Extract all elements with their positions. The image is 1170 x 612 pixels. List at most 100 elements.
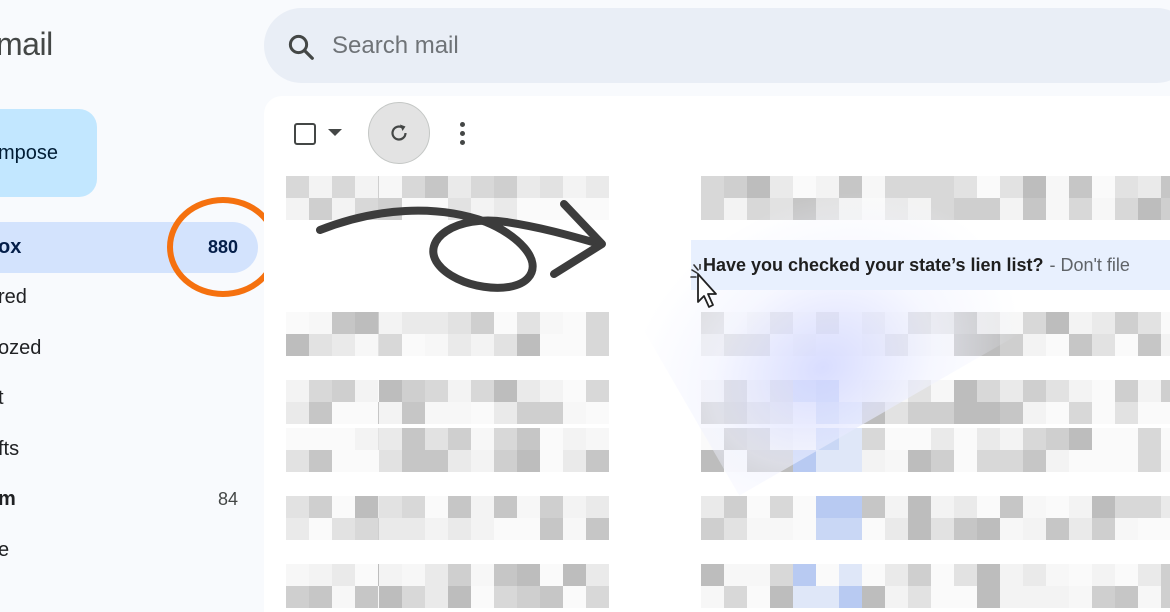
blurred-pixel	[309, 428, 332, 450]
blurred-pixel	[954, 450, 977, 472]
caret-down-icon[interactable]	[328, 129, 342, 136]
blurred-pixel	[1138, 564, 1161, 586]
blurred-pixel	[517, 428, 540, 450]
blurred-pixel	[1046, 564, 1069, 586]
blurred-pixel	[517, 402, 540, 424]
blurred-pixel	[885, 564, 908, 586]
blurred-pixel	[563, 334, 586, 356]
blurred-pixel	[540, 380, 563, 402]
blurred-pixel	[885, 518, 908, 540]
blurred-pixel	[1092, 428, 1115, 450]
blurred-pixel	[954, 428, 977, 450]
blurred-pixel	[494, 428, 517, 450]
blurred-pixel	[954, 564, 977, 586]
blurred-pixel	[1046, 518, 1069, 540]
blurred-pixel	[1161, 518, 1170, 540]
blurred-pixel	[747, 496, 770, 518]
blurred-pixel	[1023, 380, 1046, 402]
blurred-pixel	[701, 198, 724, 220]
blurred-pixel	[1115, 312, 1138, 334]
app-logo[interactable]: mail	[0, 26, 53, 63]
blurred-pixel	[1069, 428, 1092, 450]
message-list-panel: Have you checked your state’s lien list?…	[264, 96, 1170, 612]
blurred-pixel	[448, 176, 471, 198]
blurred-pixel	[1092, 402, 1115, 424]
blurred-pixel	[1138, 586, 1161, 608]
blurred-pixel	[793, 518, 816, 540]
sidebar-item-sent[interactable]: t	[0, 374, 258, 425]
blurred-pixel	[1000, 496, 1023, 518]
blurred-pixel	[977, 428, 1000, 450]
blurred-pixel	[1023, 450, 1046, 472]
email-row-blurred[interactable]	[264, 496, 1170, 540]
search-input[interactable]	[332, 30, 1132, 62]
blurred-pixel	[1161, 380, 1170, 402]
refresh-icon	[391, 124, 407, 141]
blurred-pixel	[1115, 428, 1138, 450]
checkbox-icon[interactable]	[294, 123, 316, 145]
compose-button[interactable]: mpose	[0, 109, 97, 197]
blurred-pixel	[402, 428, 425, 450]
more-options-button[interactable]	[450, 116, 474, 150]
blurred-pixel	[793, 586, 816, 608]
blurred-pixel	[1023, 402, 1046, 424]
blurred-pixel	[1115, 586, 1138, 608]
blurred-pixel	[724, 496, 747, 518]
blurred-pixel	[1115, 198, 1138, 220]
blurred-pixel	[286, 176, 309, 198]
blurred-pixel	[332, 450, 355, 472]
blurred-pixel	[1000, 198, 1023, 220]
blurred-pixel	[931, 564, 954, 586]
blurred-pixel	[286, 380, 309, 402]
email-row-blurred[interactable]	[264, 564, 1170, 608]
blurred-pixel	[379, 428, 402, 450]
blurred-pixel	[1138, 380, 1161, 402]
blurred-pixel	[954, 586, 977, 608]
blurred-pixel	[1115, 518, 1138, 540]
sidebar-item-snoozed[interactable]: ozed	[0, 323, 258, 374]
blurred-pixel	[586, 380, 609, 402]
blurred-pixel	[1161, 450, 1170, 472]
blurred-pixel	[286, 334, 309, 356]
blurred-pixel	[286, 450, 309, 472]
blurred-pixel	[977, 586, 1000, 608]
search-icon[interactable]	[286, 32, 316, 62]
blurred-pixel	[379, 176, 402, 198]
blurred-pixel	[586, 518, 609, 540]
blurred-pixel	[954, 380, 977, 402]
blurred-pixel	[332, 312, 355, 334]
blurred-pixel	[1069, 564, 1092, 586]
blurred-pixel	[517, 312, 540, 334]
blurred-pixel	[1069, 496, 1092, 518]
blurred-pixel	[1138, 428, 1161, 450]
blurred-pixel	[1115, 450, 1138, 472]
blurred-pixel	[286, 402, 309, 424]
blurred-pixel	[332, 586, 355, 608]
search-bar[interactable]	[264, 8, 1170, 83]
blurred-pixel	[1138, 450, 1161, 472]
blurred-pixel	[1023, 428, 1046, 450]
blurred-pixel	[425, 564, 448, 586]
email-row-highlighted[interactable]: Have you checked your state’s lien list?…	[691, 240, 1170, 290]
sidebar-item-drafts[interactable]: fts	[0, 424, 258, 475]
blurred-pixel	[563, 176, 586, 198]
blurred-pixel	[332, 564, 355, 586]
blurred-pixel	[885, 450, 908, 472]
blurred-pixel	[286, 198, 309, 220]
email-snippet: - Don't file	[1049, 254, 1130, 275]
blurred-pixel	[908, 564, 931, 586]
blurred-pixel	[540, 496, 563, 518]
blurred-pixel	[563, 428, 586, 450]
blurred-pixel	[355, 450, 378, 472]
sidebar-item-spam[interactable]: m 84	[0, 475, 258, 526]
blurred-pixel	[1023, 586, 1046, 608]
blurred-pixel	[309, 380, 332, 402]
refresh-button[interactable]	[368, 102, 430, 164]
blurred-pixel	[402, 564, 425, 586]
sidebar-item-more[interactable]: e	[0, 525, 258, 576]
blurred-pixel	[355, 334, 378, 356]
sidebar-item-label: fts	[0, 437, 20, 460]
blurred-pixel	[977, 518, 1000, 540]
blurred-pixel	[563, 312, 586, 334]
blurred-pixel	[471, 564, 494, 586]
